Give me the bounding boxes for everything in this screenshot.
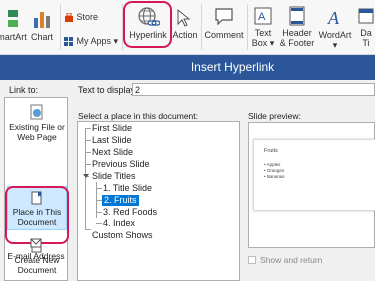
- slide-bullet: • Apples: [264, 162, 281, 167]
- slide-bullet: • Oranges: [264, 168, 285, 173]
- collapse-icon[interactable]: [82, 172, 90, 180]
- calendar-icon: [358, 8, 374, 24]
- my-apps-icon: [64, 36, 73, 46]
- tree-item-last-slide[interactable]: Last Slide: [92, 135, 132, 146]
- link-to-item-line2: Document: [17, 265, 57, 275]
- chevron-down-icon: ▾: [332, 40, 338, 50]
- store-icon: [65, 12, 73, 22]
- ribbon-separator: [247, 4, 248, 50]
- tree-connector: [96, 212, 102, 213]
- chart-label: Chart: [30, 32, 53, 42]
- link-to-item-line1: E-mail Address: [7, 251, 65, 261]
- header-footer-label-1: Header: [282, 28, 312, 38]
- date-time-button[interactable]: Da Ti: [357, 6, 375, 48]
- svg-text:A: A: [258, 11, 266, 23]
- chart-button[interactable]: Chart: [28, 8, 56, 42]
- chart-icon: [34, 12, 50, 28]
- document-places-tree[interactable]: First Slide Last Slide Next Slide Previo…: [77, 121, 240, 281]
- select-place-label: Select a place in this document:: [78, 111, 199, 121]
- chevron-down-icon: ▾: [269, 38, 275, 48]
- smartart-icon: [8, 10, 18, 27]
- insert-hyperlink-dialog: Insert Hyperlink Link to: Existing File …: [0, 55, 375, 281]
- ribbon-separator: [60, 4, 61, 50]
- dialog-title: Insert Hyperlink: [190, 60, 275, 74]
- store-label: Store: [76, 12, 99, 22]
- wordart-button[interactable]: A WordArt ▾: [316, 6, 354, 51]
- link-to-email-address[interactable]: E-mail Address: [6, 237, 66, 261]
- tree-connector: [96, 223, 102, 224]
- dialog-title-bar[interactable]: Insert Hyperlink: [0, 55, 375, 80]
- tree-connector: [85, 229, 91, 230]
- ribbon: SmartArt Chart Store My Apps ▾: [0, 0, 375, 55]
- hyperlink-highlight-ring: [123, 1, 172, 48]
- link-to-item-line2: Web Page: [17, 132, 57, 142]
- slide-preview-label: Slide preview:: [248, 111, 301, 121]
- store-button[interactable]: Store: [64, 12, 98, 23]
- tree-item-next-slide[interactable]: Next Slide: [92, 147, 133, 158]
- tree-item-slide-3[interactable]: 3. Red Foods: [103, 207, 157, 218]
- header-footer-label-2: & Footer: [279, 38, 315, 48]
- text-to-display-label: Text to display:: [78, 85, 138, 95]
- chevron-down-icon: ▾: [113, 36, 119, 46]
- slide-title: Fruits: [264, 148, 278, 154]
- action-button[interactable]: Action: [172, 6, 198, 40]
- text-box-icon: A: [254, 7, 272, 25]
- show-and-return-label: Show and return: [260, 255, 323, 265]
- tree-connector: [85, 128, 91, 129]
- action-label: Action: [172, 30, 198, 40]
- place-in-document-highlight-ring: [5, 186, 69, 244]
- date-time-label-2: Ti: [362, 38, 370, 48]
- link-to-label: Link to:: [9, 85, 39, 95]
- wordart-label: WordArt: [318, 30, 352, 40]
- svg-text:A: A: [327, 8, 340, 28]
- tree-connector: [96, 188, 102, 189]
- comment-label: Comment: [204, 30, 244, 40]
- my-apps-button[interactable]: My Apps ▾: [64, 36, 118, 47]
- text-box-label-1: Text: [254, 28, 272, 38]
- tree-item-slide-titles[interactable]: Slide Titles: [92, 171, 136, 182]
- link-to-item-line1: Existing File or: [9, 122, 65, 132]
- tree-connector: [85, 164, 91, 165]
- tree-item-slide-1[interactable]: 1. Title Slide: [103, 183, 152, 194]
- text-box-label-2: Box: [251, 38, 268, 48]
- smartart-button[interactable]: SmartArt: [0, 8, 28, 42]
- tree-item-first-slide[interactable]: First Slide: [92, 123, 132, 134]
- my-apps-label: My Apps: [76, 36, 112, 46]
- slide-preview-pane: Fruits • Apples • Oranges • Bananas: [248, 122, 375, 248]
- action-icon: [177, 8, 191, 27]
- smartart-label: SmartArt: [0, 32, 27, 42]
- wordart-icon: A: [327, 8, 340, 28]
- slide-bullet: • Bananas: [264, 174, 285, 179]
- tree-item-previous-slide[interactable]: Previous Slide: [92, 159, 150, 170]
- tree-connector: [85, 152, 91, 153]
- header-footer-button[interactable]: Header & Footer: [279, 6, 315, 48]
- date-time-label-1: Da: [360, 28, 372, 38]
- ribbon-separator: [201, 4, 202, 50]
- tree-item-slide-2-selected[interactable]: 2. Fruits: [102, 195, 139, 206]
- comment-button[interactable]: Comment: [204, 6, 244, 40]
- text-to-display-input[interactable]: [132, 83, 375, 96]
- header-footer-icon: [289, 6, 305, 26]
- tree-item-slide-4[interactable]: 4. Index: [103, 218, 135, 229]
- show-and-return-checkbox[interactable]: [248, 256, 256, 264]
- text-box-button[interactable]: A Text Box ▾: [250, 6, 276, 48]
- tree-connector: [85, 140, 91, 141]
- link-to-existing-file[interactable]: Existing File or Web Page: [7, 104, 67, 142]
- comment-icon: [215, 8, 233, 26]
- globe-document-icon: [30, 104, 43, 120]
- tree-item-custom-shows[interactable]: Custom Shows: [92, 230, 153, 241]
- email-icon: [30, 238, 42, 248]
- slide-thumbnail: Fruits • Apples • Oranges • Bananas: [253, 139, 375, 211]
